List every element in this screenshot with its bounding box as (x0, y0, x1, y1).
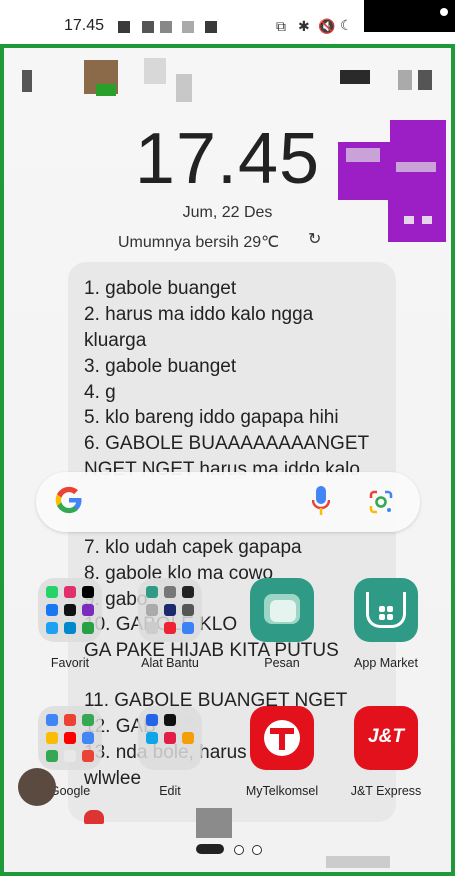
app-label: Pesan (264, 656, 300, 670)
pixelated-blob (398, 70, 412, 90)
app-pesan[interactable]: Pesan (248, 578, 316, 678)
page-indicator-dot[interactable] (234, 845, 244, 855)
pixelated-blob (144, 58, 166, 84)
app-label: App Market (354, 656, 418, 670)
note-line: 1. gabole buanget (84, 278, 237, 299)
notification-icon (118, 21, 130, 33)
app-label: Alat Bantu (141, 656, 199, 670)
app-mytelkomsel[interactable]: MyTelkomsel (246, 706, 318, 806)
google-g-icon (55, 486, 82, 514)
app-alat-bantu[interactable]: Alat Bantu (136, 578, 204, 678)
note-line: 3. gabole buanget (84, 356, 237, 377)
folder-icon (38, 578, 102, 642)
status-bar: 17.45 ⧉ ✱ 🔇 ☾ (0, 0, 455, 48)
page-indicator-dot[interactable] (252, 845, 262, 855)
app-edit[interactable]: Edit (136, 706, 204, 806)
pixelated-blob (22, 70, 32, 92)
note-line: kluarga (84, 330, 147, 351)
mytelkomsel-icon (250, 706, 314, 770)
mute-icon: 🔇 (318, 18, 336, 34)
lens-icon[interactable] (368, 489, 394, 515)
status-time: 17.45 (64, 17, 105, 34)
notification-icon (142, 21, 154, 33)
folder-icon (138, 706, 202, 770)
pixelated-blob (196, 808, 232, 838)
pixelated-blob (418, 70, 432, 90)
note-line: 2. harus ma iddo kalo ngga (84, 304, 314, 325)
notification-icon (160, 21, 172, 33)
pixelated-blob (96, 84, 116, 96)
google-search-bar[interactable] (36, 472, 420, 532)
lockscreen-clock: 17.45 (134, 119, 321, 199)
app-market-icon (354, 578, 418, 642)
app-label: Favorit (50, 656, 90, 670)
mic-icon[interactable] (312, 486, 330, 516)
folder-icon (138, 578, 202, 642)
jnt-express-icon: J&T (354, 706, 418, 770)
app-label: J&T Express (350, 784, 422, 798)
cast-icon: ⧉ (276, 18, 286, 34)
note-line: 6. GABOLE BUAAAAAAAANGET (84, 433, 370, 454)
notification-icon (182, 21, 194, 33)
weather-text: Umumnya bersih 29℃ (118, 234, 280, 251)
pixelated-blob (326, 856, 390, 868)
note-line: 7. klo udah capek gapapa (84, 537, 302, 558)
app-label: MyTelkomsel (245, 784, 319, 798)
page-indicator-active[interactable] (196, 844, 224, 854)
note-line: 5. klo bareng iddo gapapa hihi (84, 407, 339, 428)
lockscreen-date: Jum, 22 Des (182, 204, 273, 221)
app-jnt-express[interactable]: J&T J&T Express (351, 706, 421, 806)
redacted-block (364, 0, 455, 32)
refresh-icon[interactable]: ↻ (308, 229, 321, 249)
app-label: Edit (159, 784, 181, 798)
pixelated-blob (340, 70, 370, 84)
bluetooth-icon: ✱ (298, 18, 310, 34)
folder-icon (38, 706, 102, 770)
heart-icon (84, 810, 104, 824)
messages-icon (250, 578, 314, 642)
moon-icon: ☾ (340, 17, 353, 33)
app-app-market[interactable]: App Market (352, 578, 420, 678)
app-favorit[interactable]: Favorit (36, 578, 104, 678)
notification-icon (205, 21, 217, 33)
avatar (18, 768, 56, 806)
pixelated-blob (176, 74, 192, 102)
note-line: 4. g (84, 382, 116, 403)
camera-dot (440, 8, 448, 16)
